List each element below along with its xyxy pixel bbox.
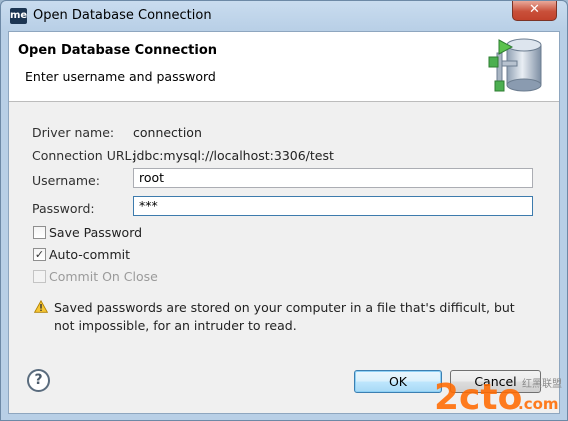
close-icon: ✕ [529,2,540,17]
save-password-label[interactable]: Save Password [49,225,142,240]
username-label: Username: [32,173,100,188]
checkmark-icon: ✓ [34,248,45,261]
driver-name-value: connection [133,125,202,140]
auto-commit-checkbox[interactable]: ✓ [33,248,46,261]
warning-icon [34,300,48,313]
database-connection-icon [488,38,542,92]
window-title: Open Database Connection [33,8,212,23]
connection-url-value: jdbc:mysql://localhost:3306/test [133,148,334,163]
dialog-client-area: Open Database Connection Enter username … [8,31,560,414]
auto-commit-label[interactable]: Auto-commit [49,247,130,262]
watermark-domain: .com [518,395,559,413]
warning-message: Saved passwords are stored on your compu… [54,300,515,333]
title-bar[interactable]: me Open Database Connection ✕ [1,1,567,31]
dialog-window: me Open Database Connection ✕ Open Datab… [0,0,568,421]
banner-subtitle: Enter username and password [25,69,216,84]
commit-on-close-label: Commit On Close [49,269,158,284]
connection-url-label: Connection URL: [32,148,136,163]
save-password-checkbox[interactable] [33,226,46,239]
help-icon[interactable]: ? [27,369,50,392]
username-field[interactable]: root [133,168,533,188]
password-field[interactable]: *** [133,196,533,216]
driver-name-label: Driver name: [32,125,115,140]
app-icon: me [10,8,27,24]
watermark-logo: 2cto .com 红黑联盟 [434,377,562,418]
watermark-brand: 2cto [434,377,522,418]
close-button[interactable]: ✕ [512,1,557,21]
watermark-cn: 红黑联盟 [522,377,562,390]
ok-button[interactable]: OK [354,370,442,393]
banner-title: Open Database Connection [18,43,218,58]
header-banner: Open Database Connection Enter username … [9,32,559,102]
commit-on-close-checkbox [33,270,46,283]
password-label: Password: [32,201,95,216]
